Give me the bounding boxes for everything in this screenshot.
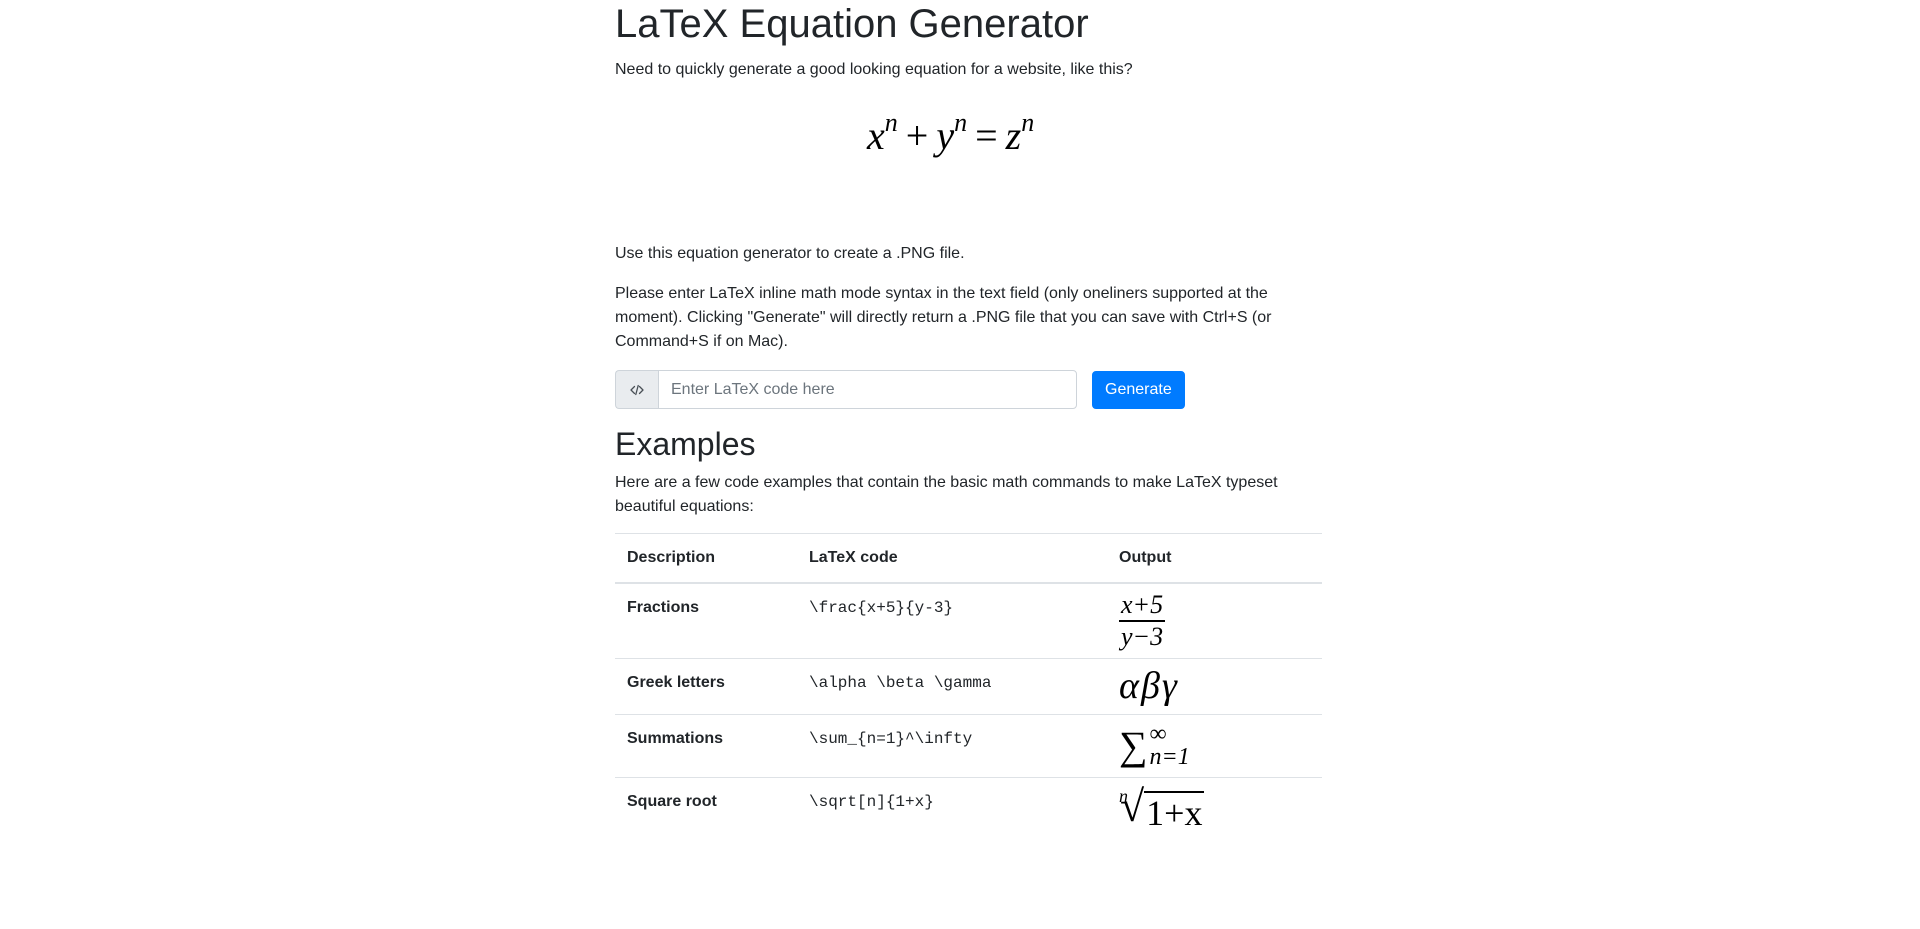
latex-input-group: [615, 370, 1077, 409]
hero-exp-1: n: [884, 107, 898, 137]
fraction-output: x+5 y−3: [1119, 592, 1166, 652]
instructions-text: Please enter LaTeX inline math mode synt…: [615, 285, 1272, 350]
greek-output: αβγ: [1119, 665, 1179, 708]
hero-base-z: z: [1005, 113, 1022, 158]
hero-base-y: y: [936, 113, 955, 158]
row-output: αβγ: [1107, 658, 1322, 715]
hero-exp-2: n: [954, 107, 968, 137]
examples-heading: Examples: [615, 426, 756, 462]
fraction-numerator: x+5: [1119, 592, 1166, 623]
intro-text: Need to quickly generate a good looking …: [615, 61, 1133, 78]
hero-exp-3: n: [1021, 107, 1035, 137]
hero-equals: =: [975, 113, 998, 158]
column-header-description: Description: [615, 533, 797, 585]
fraction-denominator: y−3: [1121, 622, 1164, 652]
hero-equation-math: xn + yn = zn: [867, 109, 1034, 158]
row-description: Square root: [615, 776, 797, 839]
use-text: Use this equation generator to create a …: [615, 245, 965, 262]
examples-table: Description LaTeX code Output Fractions …: [615, 533, 1322, 839]
table-row: Fractions \frac{x+5}{y-3} x+5 y−3: [615, 582, 1322, 659]
row-latex-code: \sqrt[n]{1+x}: [797, 776, 1107, 839]
sum-upper-limit: ∞: [1149, 721, 1167, 748]
summation-output: ∑ ∞ n=1: [1119, 721, 1190, 771]
hero-equation: xn + yn = zn: [615, 82, 1322, 242]
generate-form: Generate: [615, 370, 1322, 409]
sum-symbol: ∑: [1119, 723, 1148, 769]
sqrt-radicand: 1+x: [1144, 790, 1205, 833]
row-latex-code: \alpha \beta \gamma: [797, 658, 1107, 715]
input-prepend: [615, 370, 658, 409]
column-header-latex-code: LaTeX code: [797, 533, 1107, 585]
table-header-row: Description LaTeX code Output: [615, 533, 1322, 585]
table-row: Square root \sqrt[n]{1+x} n √ 1+x: [615, 776, 1322, 839]
examples-description: Here are a few code examples that contai…: [615, 474, 1278, 516]
row-output: x+5 y−3: [1107, 582, 1322, 659]
hero-plus: +: [905, 113, 929, 158]
code-icon: [630, 384, 644, 395]
row-latex-code: \frac{x+5}{y-3}: [797, 582, 1107, 659]
row-description: Greek letters: [615, 658, 797, 715]
sum-lower-limit: n=1: [1149, 744, 1190, 771]
latex-code-input[interactable]: [658, 370, 1077, 409]
row-latex-code: \sum_{n=1}^\infty: [797, 714, 1107, 778]
generate-button[interactable]: Generate: [1092, 370, 1185, 409]
sum-limits: ∞ n=1: [1149, 721, 1190, 771]
row-description: Fractions: [615, 582, 797, 659]
sqrt-radical: √: [1120, 781, 1145, 831]
sqrt-output: n √ 1+x: [1119, 781, 1205, 833]
hero-base-x: x: [867, 113, 885, 158]
column-header-output: Output: [1107, 533, 1322, 585]
table-row: Summations \sum_{n=1}^\infty ∑ ∞ n=1: [615, 714, 1322, 778]
page-title: LaTeX Equation Generator: [615, 2, 1089, 46]
table-row: Greek letters \alpha \beta \gamma αβγ: [615, 658, 1322, 715]
row-output: n √ 1+x: [1107, 776, 1322, 839]
row-description: Summations: [615, 714, 797, 778]
row-output: ∑ ∞ n=1: [1107, 714, 1322, 778]
main-container: LaTeX Equation Generator Need to quickly…: [615, 0, 1322, 839]
